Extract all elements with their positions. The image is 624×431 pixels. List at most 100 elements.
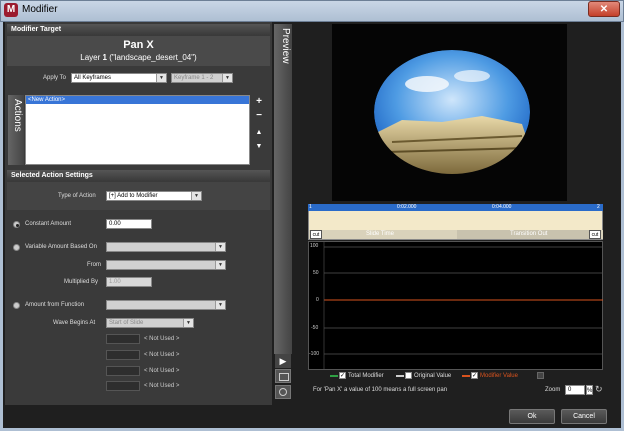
multiplied-by-label: Multiplied By: [64, 279, 99, 285]
time-label-2: 0:04.000: [492, 204, 512, 210]
function-dropdown[interactable]: ▼: [106, 300, 226, 310]
modifier-value-label: Modifier Value: [480, 373, 518, 379]
chevron-down-icon: ▼: [222, 74, 232, 82]
preview-tab[interactable]: Preview: [274, 24, 292, 354]
modifier-value-checkbox[interactable]: ✓: [471, 372, 478, 379]
y-tick-0: 0: [316, 297, 319, 303]
preview-screen-button[interactable]: [275, 369, 291, 383]
extra-legend-checkbox[interactable]: [537, 372, 544, 379]
wave-begins-dropdown[interactable]: Start of Slide ▼: [106, 318, 194, 328]
transition-out-label: Transition Out: [510, 231, 548, 237]
ok-button[interactable]: Ok: [509, 409, 555, 424]
zoom-unit: %: [586, 385, 593, 395]
graph-canvas: [323, 241, 603, 370]
apply-to-value: All Keyframes: [74, 75, 112, 81]
function-amount-label: Amount from Function: [25, 302, 85, 308]
chevron-down-icon: ▼: [183, 319, 193, 327]
wave-begins-value: Start of Slide: [109, 320, 144, 326]
refresh-icon: ↻: [595, 384, 603, 394]
modifier-value-swatch: [462, 375, 470, 377]
end-marker[interactable]: 2: [597, 204, 600, 210]
y-tick-minus-50: -50: [311, 325, 319, 331]
not-used-label-4: < Not Used >: [144, 383, 180, 389]
slide-time-label: Slide Time: [366, 231, 395, 237]
actions-list[interactable]: <New Action>: [25, 95, 250, 165]
total-modifier-checkbox[interactable]: ✓: [339, 372, 346, 379]
type-of-action-dropdown[interactable]: [+] Add to Modifier ▼: [106, 191, 202, 201]
preview-image: [332, 24, 567, 201]
actions-tab[interactable]: Actions: [8, 95, 24, 165]
total-modifier-label: Total Modifier: [348, 373, 384, 379]
chevron-down-icon: ▼: [215, 261, 225, 269]
not-used-label-3: < Not Used >: [144, 368, 180, 374]
keyframe-value: Keyframe 1 - 2: [174, 75, 214, 81]
app-logo-icon: M: [4, 3, 18, 17]
modifier-target-header: Modifier Target: [7, 24, 270, 35]
play-icon: ▶: [279, 356, 287, 366]
preview-tab-label: Preview: [280, 28, 291, 64]
param-slot-1: [106, 334, 140, 344]
cancel-button[interactable]: Cancel: [561, 409, 607, 424]
close-button[interactable]: ✕: [588, 1, 620, 17]
layer-prefix: Layer: [80, 53, 101, 62]
layer-info: Layer 1 ("landscape_desert_04"): [7, 53, 270, 62]
total-modifier-swatch: [330, 375, 338, 377]
chevron-down-icon: ▼: [215, 301, 225, 309]
timeline-ruler: [308, 204, 603, 211]
param-slot-2: [106, 350, 140, 360]
chevron-down-icon: ▼: [156, 74, 166, 82]
keyframe-dropdown[interactable]: Keyframe 1 - 2 ▼: [171, 73, 233, 83]
move-down-button[interactable]: ▼: [254, 142, 264, 152]
zoom-preview-button[interactable]: [275, 385, 291, 399]
info-text: For 'Pan X' a value of 100 means a full …: [313, 387, 448, 393]
chevron-down-icon: ▼: [191, 192, 201, 200]
add-action-button[interactable]: +: [254, 97, 264, 107]
variable-amount-dropdown[interactable]: ▼: [106, 242, 226, 252]
original-value-label: Original Value: [414, 373, 452, 379]
layer-number: 1: [102, 53, 107, 62]
not-used-label-2: < Not Used >: [144, 352, 180, 358]
apply-to-label: Apply To: [43, 75, 66, 81]
zoom-field[interactable]: 0: [565, 385, 585, 395]
y-tick-minus-100: -100: [309, 351, 320, 357]
layer-name: ("landscape_desert_04"): [109, 53, 197, 62]
not-used-label-1: < Not Used >: [144, 336, 180, 342]
variable-amount-label: Variable Amount Based On: [25, 244, 97, 250]
param-slot-4: [106, 381, 140, 391]
y-tick-50: 50: [313, 270, 319, 276]
original-value-swatch: [396, 375, 404, 377]
function-amount-radio[interactable]: [13, 302, 20, 309]
apply-to-dropdown[interactable]: All Keyframes ▼: [71, 73, 167, 83]
zoom-icon: [279, 388, 287, 396]
variable-amount-radio[interactable]: [13, 244, 20, 251]
move-up-button[interactable]: ▲: [254, 128, 264, 138]
list-item[interactable]: <New Action>: [26, 96, 249, 104]
cut-right-marker[interactable]: cut: [589, 230, 601, 239]
from-label: From: [87, 262, 101, 268]
original-value-checkbox[interactable]: [405, 372, 412, 379]
constant-amount-label: Constant Amount: [25, 221, 72, 227]
type-of-action-label: Type of Action: [58, 193, 96, 199]
start-marker[interactable]: 1: [309, 204, 312, 210]
monitor-icon: [279, 373, 289, 381]
param-slot-3: [106, 366, 140, 376]
window-title: Modifier: [22, 4, 58, 15]
settings-header: Selected Action Settings: [7, 170, 270, 181]
from-dropdown[interactable]: ▼: [106, 260, 226, 270]
cut-left-marker[interactable]: cut: [310, 230, 322, 239]
multiplied-by-field[interactable]: 1.00: [106, 277, 152, 287]
preview-photo: [332, 24, 567, 201]
title-bar: [0, 0, 624, 22]
reset-zoom-button[interactable]: ↻: [595, 384, 603, 395]
constant-amount-radio[interactable]: [13, 221, 20, 228]
type-of-action-value: [+] Add to Modifier: [109, 193, 158, 199]
y-tick-100: 100: [310, 243, 319, 249]
constant-amount-field[interactable]: 0.00: [106, 219, 152, 229]
wave-begins-label: Wave Begins At: [53, 320, 96, 326]
play-button[interactable]: ▶: [275, 354, 291, 368]
remove-action-button[interactable]: −: [254, 111, 264, 121]
time-label-1: 0:02.000: [397, 204, 417, 210]
modifier-name: Pan X: [123, 39, 154, 51]
chevron-down-icon: ▼: [215, 243, 225, 251]
zoom-label: Zoom: [545, 387, 561, 393]
